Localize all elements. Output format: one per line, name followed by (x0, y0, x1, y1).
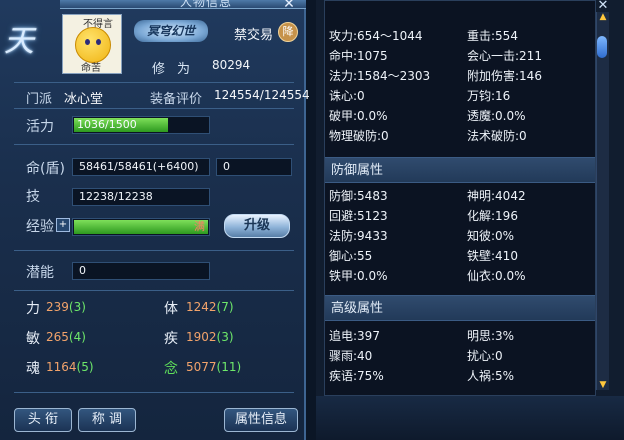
attr-soul-value: 1164(5) (46, 360, 94, 374)
stat-item: 防御:5483 (329, 189, 388, 203)
stat-item: 附加伤害:146 (467, 69, 542, 83)
stat-item: 法术破防:0 (467, 129, 527, 143)
attr-speed-value: 1902(3) (186, 330, 234, 344)
attr-constitution-value: 1242(7) (186, 300, 234, 314)
window-title-bar: 人物信息 (60, 0, 306, 9)
stat-item: 神明:4042 (467, 189, 526, 203)
vitality-label: 活力 (26, 119, 54, 135)
scrollbar-track[interactable] (596, 12, 609, 390)
potential-field: 0 (72, 262, 210, 280)
avatar-caption-bottom: 命苦 (81, 63, 101, 74)
window-title: 人物信息 (180, 0, 233, 9)
skill-label: 技 (26, 189, 40, 205)
stat-item: 人祸:5% (467, 369, 515, 383)
stat-item: 知彼:0% (467, 229, 515, 243)
trade-ban-label: 禁交易 (234, 28, 274, 43)
stat-item: 铁壁:410 (467, 249, 518, 263)
attr-strength-value: 239(3) (46, 300, 86, 314)
character-info-panel: 人物信息 ✕ 天 不得言 命苦 冥穹幻世 禁交易 降 修为 80294 门派 冰… (0, 0, 310, 440)
stat-item: 铁甲:0.0% (329, 269, 388, 283)
vitality-value: 1036/1500 (77, 118, 137, 131)
attr-agility-label: 敏 (26, 331, 40, 347)
stat-item: 命中:1075 (329, 49, 388, 63)
equip-rating-label: 装备评价 (150, 92, 203, 107)
scrollbar-thumb[interactable] (597, 36, 607, 58)
stat-item: 诛心:0 (329, 89, 365, 103)
cultivation-label: 修为 (152, 62, 203, 77)
upgrade-button[interactable]: 升级 (224, 214, 290, 238)
attr-strength-label: 力 (26, 301, 40, 317)
skill-field: 12238/12238 (72, 188, 210, 206)
exp-bar: 满 (72, 218, 210, 236)
stat-item: 会心一击:211 (467, 49, 542, 63)
attr-mind-value: 5077(11) (186, 360, 242, 374)
equip-rating-value: 124554/124554 (214, 88, 310, 102)
stat-item: 法防:9433 (329, 229, 388, 243)
exp-plus-button[interactable]: + (56, 218, 70, 232)
panel-footer (316, 396, 624, 440)
stat-item: 疾语:75% (329, 369, 384, 383)
divider (14, 108, 294, 109)
stat-item: 追电:397 (329, 329, 380, 343)
life-label: 命(盾) (26, 161, 65, 177)
stat-item: 御心:55 (329, 249, 373, 263)
exp-full-tag: 满 (194, 220, 205, 233)
sect-label: 门派 (26, 92, 53, 107)
defense-section-header: 防御属性 (325, 157, 595, 183)
stat-item: 攻力:654～1044 (329, 29, 423, 43)
stat-item: 破甲:0.0% (329, 109, 388, 123)
scroll-down-icon[interactable]: ▼ (598, 380, 608, 390)
sect-value: 冰心堂 (64, 92, 104, 107)
attributes-info-button[interactable]: 属性信息 (224, 408, 298, 432)
honor-button[interactable]: 称 调 (78, 408, 136, 432)
advanced-section-header: 高级属性 (325, 295, 595, 321)
attr-constitution-label: 体 (164, 301, 178, 317)
shield-field: 0 (216, 158, 292, 176)
title-button[interactable]: 头 衔 (14, 408, 72, 432)
exp-label: 经验 (26, 219, 54, 235)
scroll-up-icon[interactable]: ▲ (598, 12, 608, 22)
avatar[interactable]: 不得言 命苦 (62, 14, 122, 74)
game-logo: 天 (4, 24, 34, 59)
stat-item: 物理破防:0 (329, 129, 389, 143)
stat-item: 透魔:0.0% (467, 109, 526, 123)
attributes-detail-panel: 攻力:654～1044 重击:554 命中:1075 会心一击:211 法力:1… (316, 0, 624, 440)
attributes-list: 攻力:654～1044 重击:554 命中:1075 会心一击:211 法力:1… (324, 0, 596, 396)
title-badge: 冥穹幻世 (134, 20, 208, 42)
stat-item: 明思:3% (467, 329, 515, 343)
stat-item: 法力:1584～2303 (329, 69, 431, 83)
potential-label: 潜能 (26, 265, 54, 281)
stat-item: 重击:554 (467, 29, 518, 43)
stat-item: 扰心:0 (467, 349, 503, 363)
attr-speed-label: 疾 (164, 331, 178, 347)
close-icon[interactable]: ✕ (282, 0, 296, 11)
divider (14, 250, 294, 251)
exp-bar-fill (74, 220, 208, 234)
life-field: 58461/58461(+6400) (72, 158, 210, 176)
attr-soul-label: 魂 (26, 361, 40, 377)
attr-mind-label: 念 (164, 361, 178, 377)
cultivation-value: 80294 (212, 58, 251, 72)
stat-item: 回避:5123 (329, 209, 388, 223)
vitality-bar: 1036/1500 (72, 116, 210, 134)
stat-item: 骤雨:40 (329, 349, 373, 363)
stat-item: 仙衣:0.0% (467, 269, 526, 283)
close-icon[interactable]: ✕ (596, 0, 610, 12)
stat-item: 万钧:16 (467, 89, 511, 103)
divider (14, 82, 294, 83)
demote-icon[interactable]: 降 (278, 22, 298, 42)
stat-item: 化解:196 (467, 209, 518, 223)
attr-agility-value: 265(4) (46, 330, 86, 344)
divider (14, 290, 294, 291)
divider (14, 392, 294, 393)
divider (14, 144, 294, 145)
smiley-face-icon (75, 27, 111, 63)
